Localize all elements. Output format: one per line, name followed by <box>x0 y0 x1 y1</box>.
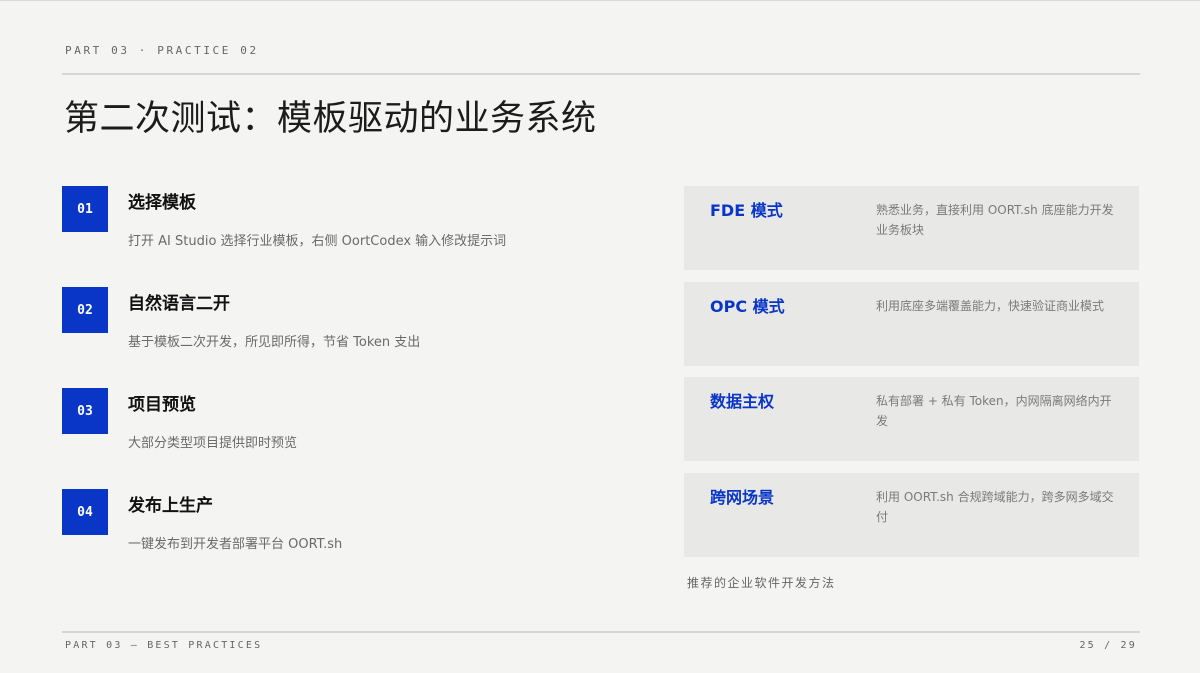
step-title: 自然语言二开 <box>128 294 230 314</box>
slide: PART 03 · PRACTICE 02 第二次测试：模板驱动的业务系统 01… <box>0 0 1200 673</box>
page-number: 25 / 29 <box>1079 640 1137 651</box>
mode-card: 跨网场景 利用 OORT.sh 合规跨域能力，跨多网多域交付 <box>684 473 1139 557</box>
step-number-badge: 01 <box>62 186 108 232</box>
page-title: 第二次测试：模板驱动的业务系统 <box>64 99 597 139</box>
card-description: 熟悉业务，直接利用 OORT.sh 底座能力开发业务板块 <box>876 203 1114 237</box>
card-description: 私有部署 + 私有 Token，内网隔离网络内开发 <box>876 394 1112 428</box>
section-kicker: PART 03 · PRACTICE 02 <box>65 44 259 57</box>
card-title: 跨网场景 <box>710 488 775 507</box>
mode-card: OPC 模式 利用底座多端覆盖能力，快速验证商业模式 <box>684 282 1139 366</box>
step-item: 02 自然语言二开 基于模板二次开发，所见即所得，节省 Token 支出 <box>62 287 662 350</box>
step-item: 04 发布上生产 一键发布到开发者部署平台 OORT.sh <box>62 489 662 552</box>
card-title: 数据主权 <box>710 392 775 411</box>
step-description: 打开 AI Studio 选择行业模板，右侧 OortCodex 输入修改提示词 <box>128 234 507 249</box>
step-description: 基于模板二次开发，所见即所得，节省 Token 支出 <box>128 335 421 350</box>
card-description: 利用底座多端覆盖能力，快速验证商业模式 <box>876 299 1105 313</box>
cards-caption: 推荐的企业软件开发方法 <box>687 576 836 590</box>
card-description: 利用 OORT.sh 合规跨域能力，跨多网多域交付 <box>876 490 1114 524</box>
step-description: 一键发布到开发者部署平台 OORT.sh <box>128 537 343 552</box>
top-divider <box>62 73 1140 75</box>
step-title: 项目预览 <box>128 395 196 415</box>
step-description: 大部分类型项目提供即时预览 <box>128 436 298 451</box>
step-number-badge: 04 <box>62 489 108 535</box>
bottom-divider <box>62 631 1140 633</box>
step-number-badge: 02 <box>62 287 108 333</box>
footer-section-label: PART 03 — BEST PRACTICES <box>65 640 263 651</box>
step-item: 01 选择模板 打开 AI Studio 选择行业模板，右侧 OortCodex… <box>62 186 662 249</box>
step-title: 选择模板 <box>128 193 196 213</box>
step-item: 03 项目预览 大部分类型项目提供即时预览 <box>62 388 662 451</box>
step-title: 发布上生产 <box>128 496 213 516</box>
card-title: FDE 模式 <box>710 201 783 220</box>
mode-card: FDE 模式 熟悉业务，直接利用 OORT.sh 底座能力开发业务板块 <box>684 186 1139 270</box>
step-number-badge: 03 <box>62 388 108 434</box>
mode-card: 数据主权 私有部署 + 私有 Token，内网隔离网络内开发 <box>684 377 1139 461</box>
card-title: OPC 模式 <box>710 297 785 316</box>
